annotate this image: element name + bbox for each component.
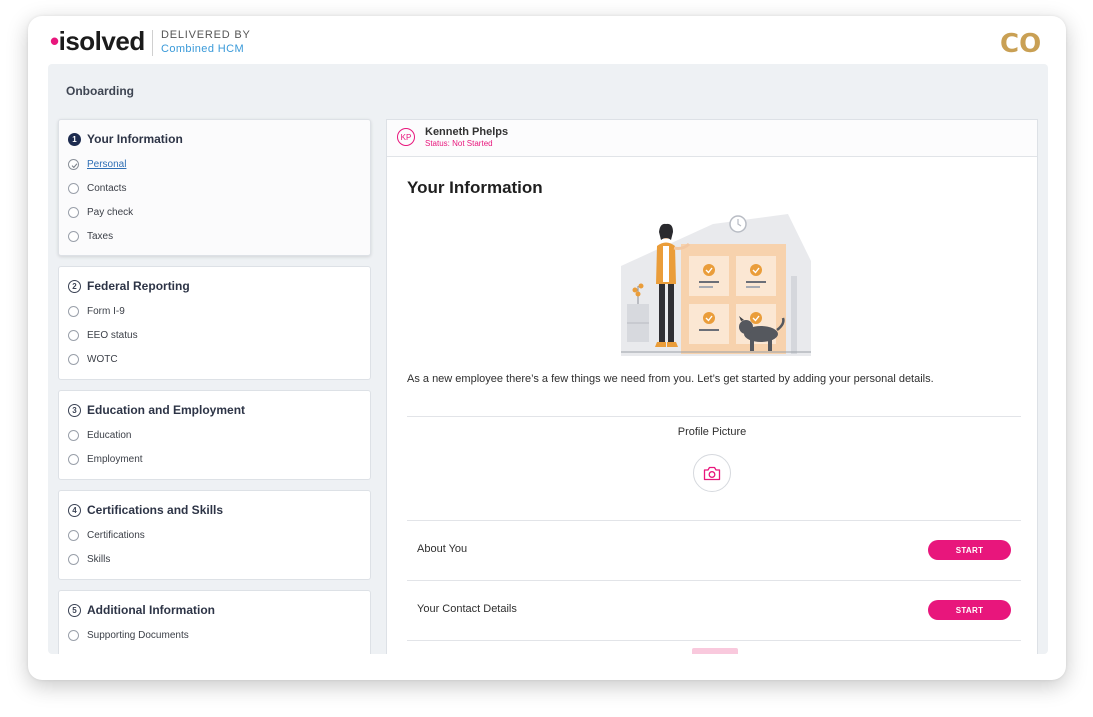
- step-item-label: WOTC: [87, 353, 118, 365]
- radio-circle-icon: [68, 329, 79, 341]
- step-item-label: Contacts: [87, 182, 127, 194]
- step-item-personal[interactable]: Personal: [68, 156, 126, 172]
- radio-circle-icon: [68, 182, 79, 194]
- radio-circle-icon: [68, 529, 79, 541]
- step-item-label: Employment: [87, 453, 143, 465]
- step-item-label: Education: [87, 429, 132, 441]
- radio-circle-icon: [68, 429, 79, 441]
- step-header[interactable]: 4 Certifications and Skills: [68, 502, 223, 518]
- step-item-education[interactable]: Education: [68, 427, 131, 443]
- logo-dot: •: [50, 26, 59, 56]
- step-number-badge: 4: [68, 503, 81, 517]
- employee-header: KP Kenneth Phelps Status: Not Started: [387, 120, 1037, 157]
- step-number-badge: 3: [68, 403, 81, 417]
- step-header[interactable]: 1 Your Information: [68, 131, 183, 147]
- step-item-pay-check[interactable]: Pay check: [68, 204, 133, 220]
- step-item-taxes[interactable]: Taxes: [68, 228, 113, 244]
- step-title: Your Information: [87, 132, 183, 146]
- step-number-badge: 5: [68, 603, 81, 617]
- step-item-label: Form I-9: [87, 305, 125, 317]
- next-start-button-partial[interactable]: [692, 648, 738, 654]
- step-header[interactable]: 5 Additional Information: [68, 602, 215, 618]
- step-title: Education and Employment: [87, 403, 246, 417]
- content-area: Onboarding 1 Your Information Personal C…: [48, 64, 1048, 654]
- radio-circle-icon: [68, 453, 79, 465]
- step-item-skills[interactable]: Skills: [68, 551, 110, 567]
- delivered-by-label: DELIVERED BY: [161, 29, 251, 41]
- step-number-badge: 1: [68, 132, 81, 146]
- step-header[interactable]: 3 Education and Employment: [68, 402, 245, 418]
- about-you-start-button[interactable]: START: [928, 540, 1011, 560]
- step-item-wotc[interactable]: WOTC: [68, 351, 118, 367]
- profile-picture-label: Profile Picture: [677, 426, 747, 438]
- step-card-federal-reporting[interactable]: 2 Federal Reporting Form I-9 EEO status …: [58, 266, 371, 380]
- logo-text: isolved: [58, 26, 146, 56]
- employee-name: Kenneth Phelps: [425, 126, 509, 138]
- step-header[interactable]: 2 Federal Reporting: [68, 278, 190, 294]
- about-you-label: About You: [417, 543, 468, 555]
- radio-circle-icon: [68, 206, 79, 218]
- step-item-label: Certifications: [87, 529, 145, 541]
- employee-status: Status: Not Started: [425, 139, 493, 148]
- step-card-your-information[interactable]: 1 Your Information Personal Contacts Pay…: [58, 119, 371, 256]
- brand-divider: [152, 30, 153, 56]
- step-item-label: Supporting Documents: [87, 629, 189, 641]
- company-name: Combined HCM: [161, 43, 245, 55]
- step-item-eeo-status[interactable]: EEO status: [68, 327, 138, 343]
- step-item-certifications[interactable]: Certifications: [68, 527, 145, 543]
- divider: [407, 520, 1021, 521]
- partner-logo-text: CO: [1000, 29, 1041, 57]
- avatar: KP: [397, 128, 415, 146]
- step-item-contacts[interactable]: Contacts: [68, 180, 126, 196]
- step-card-certifications-skills[interactable]: 4 Certifications and Skills Certificatio…: [58, 490, 371, 580]
- check-circle-icon: [68, 158, 79, 170]
- section-title: Your Information: [407, 178, 543, 197]
- intro-text: As a new employee there’s a few things w…: [407, 373, 934, 385]
- divider: [407, 640, 1021, 641]
- step-item-label: Personal: [87, 158, 127, 170]
- top-bar: •isolved DELIVERED BY Combined HCM CO: [28, 16, 1066, 66]
- radio-circle-icon: [68, 230, 79, 242]
- step-card-additional-information[interactable]: 5 Additional Information Supporting Docu…: [58, 590, 371, 654]
- radio-circle-icon: [68, 305, 79, 317]
- contact-details-start-button[interactable]: START: [928, 600, 1011, 620]
- divider: [407, 416, 1021, 417]
- step-item-supporting-documents[interactable]: Supporting Documents: [68, 627, 189, 643]
- step-item-employment[interactable]: Employment: [68, 451, 143, 467]
- step-title: Additional Information: [87, 603, 215, 617]
- main-panel: KP Kenneth Phelps Status: Not Started Yo…: [386, 119, 1038, 654]
- camera-icon: [703, 466, 721, 480]
- step-item-label: EEO status: [87, 329, 138, 341]
- step-item-label: Pay check: [87, 206, 134, 218]
- radio-circle-icon: [68, 553, 79, 565]
- profile-picture-upload-button[interactable]: [693, 454, 731, 492]
- page-title: Onboarding: [66, 84, 134, 98]
- step-item-label: Skills: [87, 553, 111, 565]
- app-window: •isolved DELIVERED BY Combined HCM CO On…: [28, 16, 1066, 680]
- divider: [407, 580, 1021, 581]
- step-title: Certifications and Skills: [87, 503, 224, 517]
- isolved-logo[interactable]: •isolved: [50, 28, 145, 54]
- contact-details-label: Your Contact Details: [417, 603, 517, 615]
- step-item-label: Taxes: [87, 230, 114, 242]
- step-card-education-employment[interactable]: 3 Education and Employment Education Emp…: [58, 390, 371, 480]
- welcome-illustration: [621, 214, 811, 356]
- step-item-form-i9[interactable]: Form I-9: [68, 303, 125, 319]
- step-number-badge: 2: [68, 279, 81, 293]
- step-title: Federal Reporting: [87, 279, 190, 293]
- radio-circle-icon: [68, 629, 79, 641]
- radio-circle-icon: [68, 353, 79, 365]
- partner-logo: CO: [1000, 29, 1041, 57]
